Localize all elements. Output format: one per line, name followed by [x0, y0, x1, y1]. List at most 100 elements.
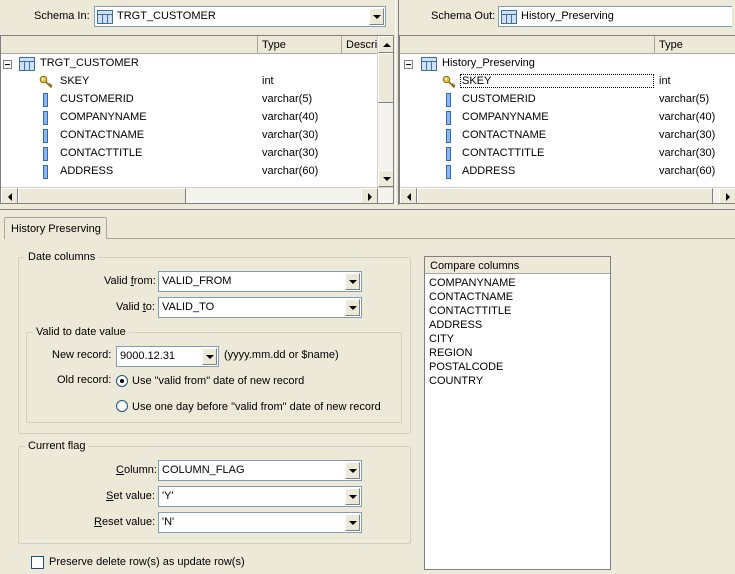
scroll-thumb[interactable] [417, 188, 713, 203]
set-value-value: 'Y' [162, 490, 174, 502]
table-row[interactable]: COMPANYNAME varchar(40) [400, 109, 735, 127]
vertical-scrollbar[interactable] [377, 36, 393, 187]
list-item[interactable]: COMPANYNAME [429, 277, 516, 289]
valid-from-combo[interactable]: VALID_FROM [158, 271, 362, 292]
column-icon [43, 147, 48, 161]
list-item[interactable]: COUNTRY [429, 375, 483, 387]
list-item[interactable]: ADDRESS [429, 319, 482, 331]
chevron-down-icon[interactable] [345, 488, 360, 505]
chevron-down-icon[interactable] [345, 273, 360, 290]
schema-out-combo[interactable]: History_Preserving [498, 6, 732, 27]
list-item[interactable]: CITY [429, 333, 454, 345]
column-header-description[interactable]: Descri [342, 36, 378, 54]
scroll-right-button[interactable] [361, 188, 378, 203]
schema-in-label: Schema In: [34, 10, 90, 22]
scroll-right-button[interactable] [719, 188, 735, 203]
scroll-thumb[interactable] [378, 53, 393, 103]
chevron-down-icon[interactable] [345, 299, 360, 316]
table-row[interactable]: ADDRESS varchar(60) [400, 163, 735, 181]
schema-in-tree[interactable]: Type Descri TRGT_CUSTOMER SKEY int CUSTOME… [0, 35, 394, 204]
key-icon [442, 75, 456, 89]
table-row[interactable]: CUSTOMERID varchar(5) [1, 91, 377, 109]
column-type: varchar(30) [262, 129, 319, 141]
radio-use-one-day-before[interactable] [116, 400, 128, 412]
horizontal-splitter[interactable] [0, 205, 735, 210]
column-icon [446, 93, 451, 107]
column-header-name[interactable] [400, 36, 655, 54]
table-row[interactable]: CONTACTNAME varchar(30) [400, 127, 735, 145]
radio-use-valid-from[interactable] [116, 375, 128, 387]
column-name: CONTACTNAME [462, 129, 547, 141]
table-row[interactable]: CONTACTTITLE varchar(30) [1, 145, 377, 163]
horizontal-scrollbar[interactable] [1, 187, 393, 203]
tree-root-row[interactable]: History_Preserving [400, 55, 735, 73]
table-row[interactable]: CUSTOMERID varchar(5) [400, 91, 735, 109]
column-header-type[interactable]: Type [655, 36, 735, 54]
column-header-name[interactable] [1, 36, 258, 54]
scroll-left-button[interactable] [400, 188, 417, 203]
key-icon [39, 75, 53, 89]
table-row[interactable]: CONTACTNAME varchar(30) [1, 127, 377, 145]
column-type: varchar(30) [659, 147, 716, 159]
current-flag-legend: Current flag [28, 440, 86, 452]
new-record-hint: (yyyy.mm.dd or $name) [224, 349, 339, 361]
compare-columns-header[interactable]: Compare columns [425, 257, 610, 274]
old-record-label: Old record: [57, 374, 112, 386]
list-item[interactable]: CONTACTTITLE [429, 305, 511, 317]
schema-out-tree[interactable]: Type History_Preserving SKEY int CUSTOMERI… [399, 35, 735, 204]
table-row[interactable]: SKEY int [1, 73, 377, 91]
scroll-left-button[interactable] [1, 188, 18, 203]
column-icon [446, 147, 451, 161]
column-icon [43, 111, 48, 125]
column-icon [446, 129, 451, 143]
tab-label: History Preserving [11, 223, 101, 235]
collapse-icon[interactable] [3, 60, 12, 69]
column-type: int [262, 75, 274, 87]
scroll-thumb[interactable] [18, 188, 186, 203]
column-name: COMPANYNAME [462, 111, 549, 123]
valid-to-value: VALID_TO [162, 301, 215, 313]
tab-history-preserving[interactable]: History Preserving [4, 217, 107, 239]
scroll-down-button[interactable] [378, 170, 393, 187]
option-use-valid-from-label[interactable]: Use "valid from" date of new record [132, 375, 304, 387]
chevron-down-icon[interactable] [369, 8, 384, 25]
column-icon [43, 93, 48, 107]
chevron-down-icon[interactable] [345, 514, 360, 531]
list-item[interactable]: POSTALCODE [429, 361, 503, 373]
collapse-icon[interactable] [404, 60, 413, 69]
column-name: CONTACTTITLE [462, 147, 545, 159]
flag-column-value: COLUMN_FLAG [162, 464, 245, 476]
column-type: varchar(30) [659, 129, 716, 141]
new-record-combo[interactable]: 9000.12.31 [116, 346, 219, 367]
option-one-day-before-label[interactable]: Use one day before "valid from" date of … [132, 401, 381, 413]
table-icon [19, 57, 35, 71]
schema-out-panel: Schema Out: History_Preserving Type Hist… [399, 0, 735, 205]
flag-column-combo[interactable]: COLUMN_FLAG [158, 460, 362, 481]
tab-strip-line [107, 238, 735, 239]
preserve-delete-label[interactable]: Preserve delete row(s) as update row(s) [49, 556, 245, 568]
table-row[interactable]: COMPANYNAME varchar(40) [1, 109, 377, 127]
compare-columns-list[interactable]: Compare columns COMPANYNAME CONTACTNAME CO… [424, 256, 611, 570]
column-icon [446, 165, 451, 179]
horizontal-scrollbar[interactable] [400, 187, 735, 203]
column-type: varchar(40) [659, 111, 716, 123]
column-name: CUSTOMERID [60, 93, 134, 105]
table-row[interactable]: CONTACTTITLE varchar(30) [400, 145, 735, 163]
table-row[interactable]: SKEY int [400, 73, 735, 91]
date-columns-legend: Date columns [28, 251, 96, 263]
schema-in-value: TRGT_CUSTOMER [117, 10, 216, 22]
valid-to-combo[interactable]: VALID_TO [158, 297, 362, 318]
column-header-type[interactable]: Type [258, 36, 342, 54]
chevron-down-icon[interactable] [345, 462, 360, 479]
list-item[interactable]: REGION [429, 347, 472, 359]
schema-in-combo[interactable]: TRGT_CUSTOMER [94, 6, 386, 27]
preserve-delete-checkbox[interactable] [31, 556, 44, 569]
reset-value-combo[interactable]: 'N' [158, 512, 362, 533]
table-row[interactable]: ADDRESS varchar(60) [1, 163, 377, 181]
scroll-up-button[interactable] [378, 36, 393, 53]
column-type: varchar(5) [659, 93, 710, 105]
chevron-down-icon[interactable] [202, 348, 217, 365]
tree-root-row[interactable]: TRGT_CUSTOMER [1, 55, 377, 73]
set-value-combo[interactable]: 'Y' [158, 486, 362, 507]
list-item[interactable]: CONTACTNAME [429, 291, 513, 303]
